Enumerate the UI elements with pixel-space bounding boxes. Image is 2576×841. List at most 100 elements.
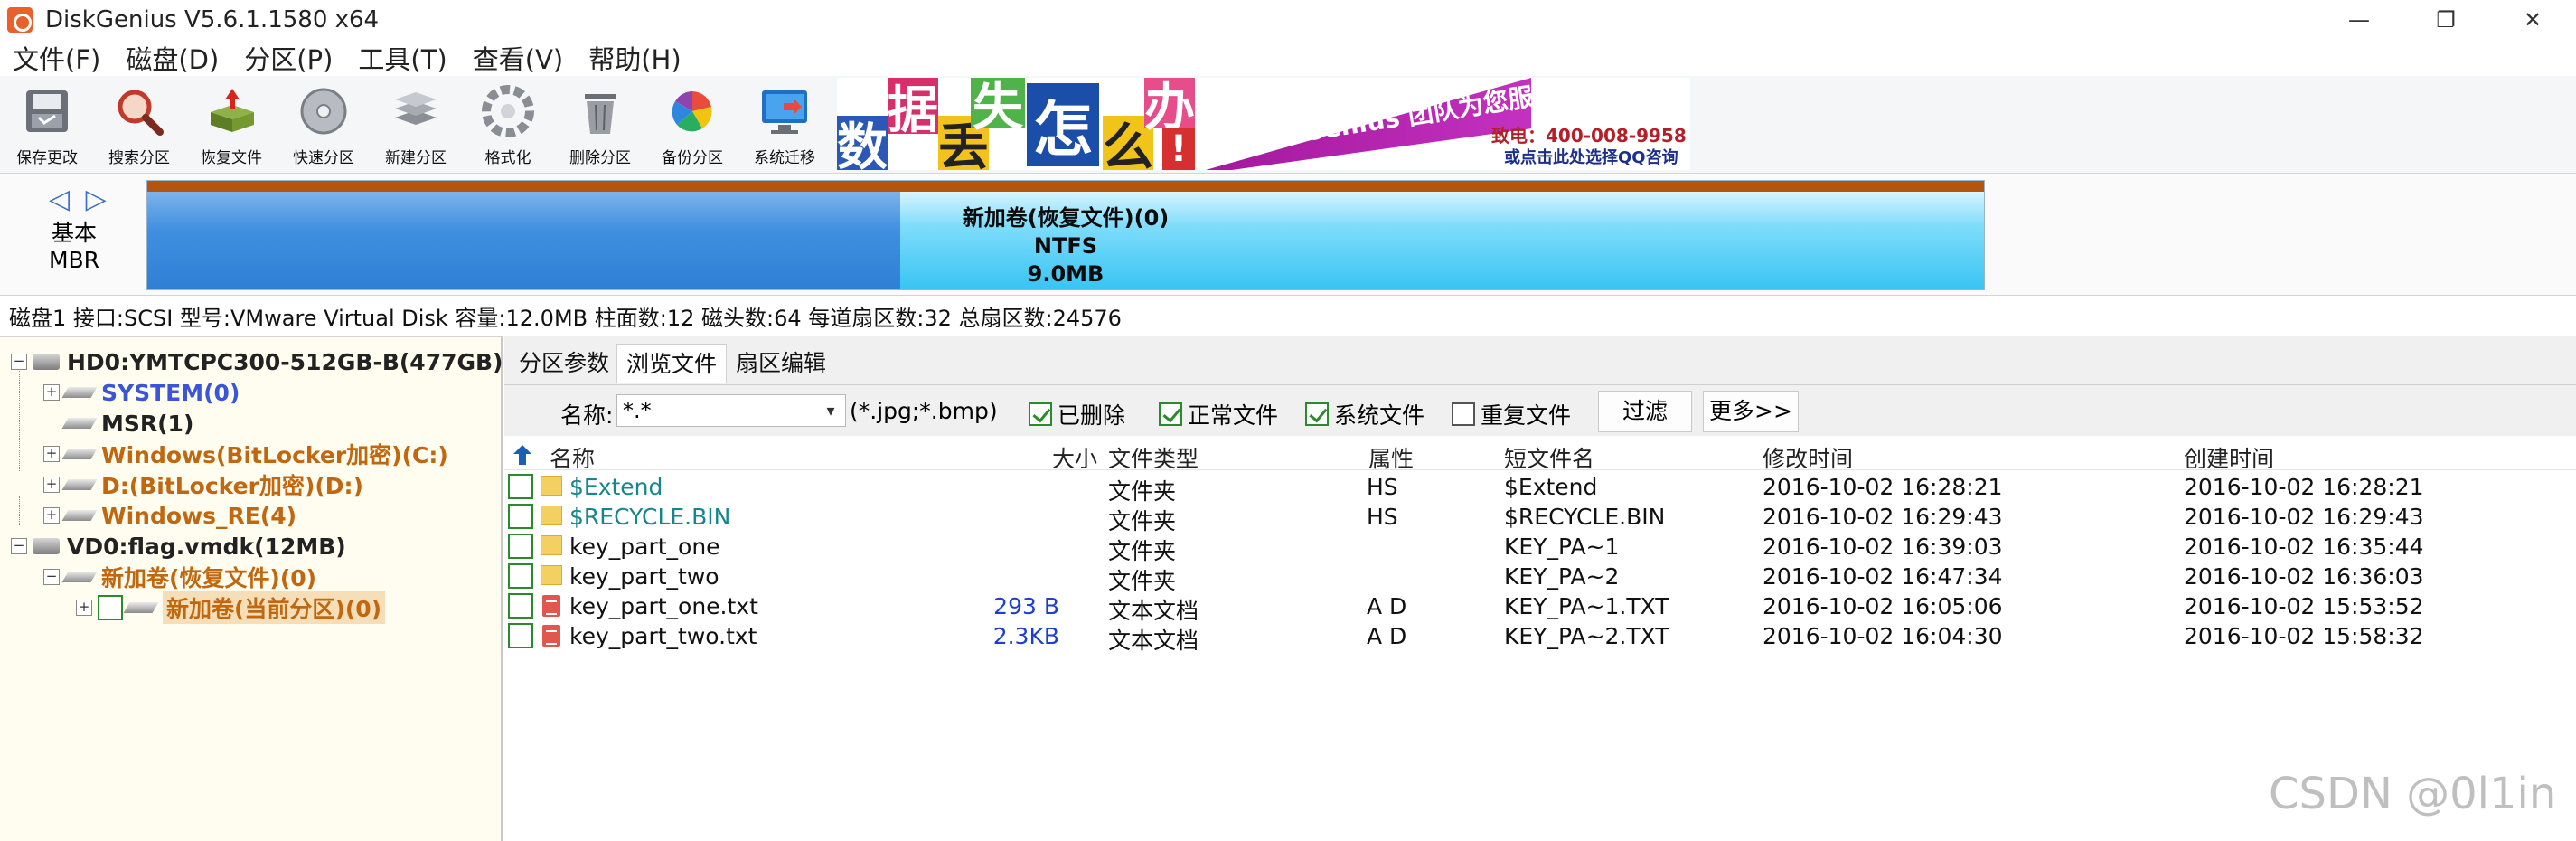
ad-banner[interactable]: 数 据 丢 失 怎 么 办 ! DiskGenius 团队为您服务 致电：400… (837, 78, 1690, 170)
row-checkbox[interactable] (508, 563, 533, 589)
column-created[interactable]: 创建时间 (2184, 441, 2274, 474)
tab-partition-params[interactable]: 分区参数 (510, 344, 618, 383)
file-created: 2016-10-02 16:29:43 (2184, 504, 2424, 530)
menu-help[interactable]: 帮助(H) (576, 39, 693, 77)
disk-map: ◁ ▷ 基本 MBR 新加卷(恢复文件)(0) NTFS 9.0MB (0, 175, 2576, 296)
expand-toggle[interactable]: + (43, 446, 60, 462)
normal-checkbox-group[interactable]: 正常文件 (1159, 398, 1278, 430)
column-name[interactable]: 名称 (550, 441, 595, 474)
table-row[interactable]: key_part_two.txt 2.3KB 文本文档 A D KEY_PA~2… (504, 621, 2576, 654)
expand-toggle[interactable]: + (43, 384, 60, 401)
tree-label-hd0: HD0:YMTCPC300-512GB-B(477GB) (67, 348, 503, 375)
filter-button[interactable]: 过滤 (1598, 391, 1692, 432)
ad-qq-link[interactable]: 或点击此处选择QQ咨询 (1504, 145, 1678, 168)
close-button[interactable]: ✕ (2489, 0, 2576, 40)
menu-disk[interactable]: 磁盘(D) (113, 39, 231, 77)
deleted-checkbox-group[interactable]: 已删除 (1029, 398, 1125, 430)
table-row[interactable]: $RECYCLE.BIN 文件夹 HS $RECYCLE.BIN 2016-10… (504, 502, 2576, 534)
row-checkbox[interactable] (508, 593, 533, 619)
search-partition-button[interactable]: 搜索分区 (96, 81, 183, 168)
table-row[interactable]: key_part_one 文件夹 KEY_PA~1 2016-10-02 16:… (504, 532, 2576, 564)
collapse-toggle[interactable]: − (11, 538, 27, 554)
duplicate-files-checkbox[interactable] (1452, 402, 1475, 426)
save-changes-button[interactable]: 保存更改 (4, 81, 90, 168)
tree-item-msr[interactable]: MSR(1) (61, 408, 194, 439)
expand-toggle[interactable]: + (76, 600, 92, 616)
file-name: $Extend (569, 474, 663, 500)
row-checkbox[interactable] (508, 504, 533, 529)
tree-item-windows[interactable]: + Windows(BitLocker加密)(C:) (43, 439, 448, 469)
expand-toggle[interactable]: + (43, 507, 60, 524)
system-migration-button[interactable]: 系统迁移 (741, 81, 828, 168)
column-short-name[interactable]: 短文件名 (1504, 441, 1594, 474)
minimize-button[interactable]: — (2316, 0, 2402, 40)
file-size: 293 B (993, 593, 1059, 619)
file-attr: HS (1367, 504, 1398, 530)
tab-browse-files[interactable]: 浏览文件 (616, 344, 728, 383)
system-migration-icon (758, 85, 811, 137)
menu-tools[interactable]: 工具(T) (345, 39, 459, 77)
file-created: 2016-10-02 15:58:32 (2184, 623, 2424, 649)
column-attr[interactable]: 属性 (1368, 441, 1414, 474)
window-title: DiskGenius V5.6.1.1580 x64 (45, 6, 380, 33)
duplicate-checkbox-group[interactable]: 重复文件 (1452, 398, 1571, 430)
format-button[interactable]: 格式化 (465, 81, 551, 168)
menu-partition[interactable]: 分区(P) (231, 39, 345, 77)
tree-item-current-volume[interactable]: + 新加卷(当前分区)(0) (76, 591, 386, 624)
collapse-toggle[interactable]: − (43, 569, 60, 585)
name-filter-input[interactable]: *.* (616, 394, 846, 427)
tree-label-msr: MSR(1) (101, 410, 194, 437)
restore-button[interactable]: ❐ (2402, 0, 2489, 40)
duplicate-files-label: 重复文件 (1481, 402, 1572, 429)
deleted-label: 已删除 (1058, 402, 1126, 429)
expand-toggle[interactable]: + (43, 477, 60, 493)
tree-item-recovered-volume[interactable]: − 新加卷(恢复文件)(0) (43, 562, 316, 592)
file-short-name: KEY_PA~2.TXT (1504, 623, 1669, 649)
chevron-down-icon[interactable]: ▾ (815, 394, 846, 427)
new-partition-button[interactable]: 新建分区 (372, 81, 459, 168)
partition-bar-header (147, 181, 1984, 192)
column-modified[interactable]: 修改时间 (1763, 441, 1853, 474)
normal-files-checkbox[interactable] (1159, 402, 1182, 426)
file-modified: 2016-10-02 16:29:43 (1763, 504, 2003, 530)
file-created: 2016-10-02 16:35:44 (2184, 534, 2424, 560)
row-checkbox[interactable] (508, 623, 533, 648)
tree-item-hd0[interactable]: − HD0:YMTCPC300-512GB-B(477GB) (11, 346, 503, 377)
partition-bar[interactable]: 新加卷(恢复文件)(0) NTFS 9.0MB (146, 180, 1985, 290)
tree-item-system[interactable]: + SYSTEM(0) (43, 377, 240, 408)
tab-sector-editor[interactable]: 扇区编辑 (727, 344, 835, 383)
more-button[interactable]: 更多>> (1703, 391, 1799, 432)
system-checkbox-group[interactable]: 系统文件 (1305, 398, 1424, 430)
ad-tile: 数 (837, 116, 888, 170)
row-checkbox[interactable] (508, 534, 533, 559)
backup-partition-button[interactable]: 备份分区 (649, 81, 736, 168)
up-folder-icon[interactable] (512, 443, 533, 467)
system-files-checkbox[interactable] (1305, 402, 1329, 426)
recover-files-button[interactable]: 恢复文件 (188, 81, 275, 168)
partition-fs: NTFS (1033, 233, 1098, 259)
collapse-toggle[interactable]: − (11, 354, 27, 370)
normal-files-label: 正常文件 (1188, 402, 1279, 429)
table-row[interactable]: key_part_two 文件夹 KEY_PA~2 2016-10-02 16:… (504, 562, 2576, 594)
deleted-checkbox[interactable] (1029, 402, 1052, 426)
quick-partition-button[interactable]: 快速分区 (280, 81, 367, 168)
table-row[interactable]: $Extend 文件夹 HS $Extend 2016-10-02 16:28:… (504, 472, 2576, 505)
delete-partition-button[interactable]: 删除分区 (557, 81, 644, 168)
virtual-disk-icon (33, 538, 60, 554)
folder-icon (541, 535, 562, 555)
row-checkbox[interactable] (508, 474, 533, 499)
tree-item-d-drive[interactable]: + D:(BitLocker加密)(D:) (43, 469, 363, 500)
partition-icon (61, 418, 98, 429)
column-size[interactable]: 大小 (1052, 441, 1097, 474)
tree-item-vd0[interactable]: − VD0:flag.vmdk(12MB) (11, 531, 346, 562)
ad-tile: 办 (1144, 78, 1195, 137)
column-type[interactable]: 文件类型 (1108, 441, 1199, 474)
menu-view[interactable]: 查看(V) (460, 39, 576, 77)
partition-icon (123, 602, 159, 613)
menu-file[interactable]: 文件(F) (0, 39, 113, 77)
delete-partition-icon (574, 85, 626, 137)
tree-checkbox[interactable] (98, 595, 123, 620)
table-row[interactable]: key_part_one.txt 293 B 文本文档 A D KEY_PA~1… (504, 591, 2576, 624)
tree-item-winre[interactable]: + Windows_RE(4) (43, 500, 296, 531)
disk-nav-arrows[interactable]: ◁ ▷ (49, 184, 110, 215)
